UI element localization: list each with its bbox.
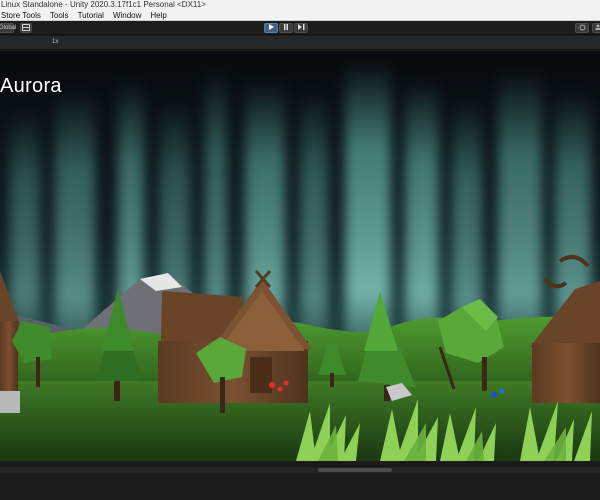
scale-slider-track[interactable] [0,41,600,45]
scale-label: 1x [52,39,59,45]
step-icon [297,24,304,30]
collab-button[interactable] [575,23,589,33]
account-button[interactable] [592,23,600,33]
window-title: Linux Standalone - Unity 2020.3.17f1c1 P… [0,0,600,10]
step-button[interactable] [294,23,308,33]
scene-render [0,51,600,461]
main-toolbar: Global [0,21,600,35]
game-viewport[interactable]: Aurora [0,51,600,461]
cloud-icon [579,24,585,31]
pause-icon [284,24,288,30]
pause-button[interactable] [279,23,293,33]
account-icon [595,24,600,30]
snap-toggle[interactable] [20,23,32,33]
play-controls [264,23,308,33]
menu-bar: Store Tools Tools Tutorial Window Help [0,10,600,21]
menu-help[interactable]: Help [150,10,166,20]
menu-tutorial[interactable]: Tutorial [78,10,104,20]
scene-title: Aurora [0,75,62,97]
scrollbar-thumb[interactable] [318,468,392,472]
horizontal-scrollbar[interactable] [0,467,600,473]
menu-tools[interactable]: Tools [50,10,69,20]
play-button[interactable] [264,23,278,33]
pivot-global-toggle[interactable]: Global [0,23,16,33]
menu-store-tools[interactable]: Store Tools [1,10,41,20]
menu-window[interactable]: Window [113,10,141,20]
play-icon [269,24,274,30]
game-view-toolbar: 1x [0,36,600,50]
grid-snap-icon [22,24,30,31]
